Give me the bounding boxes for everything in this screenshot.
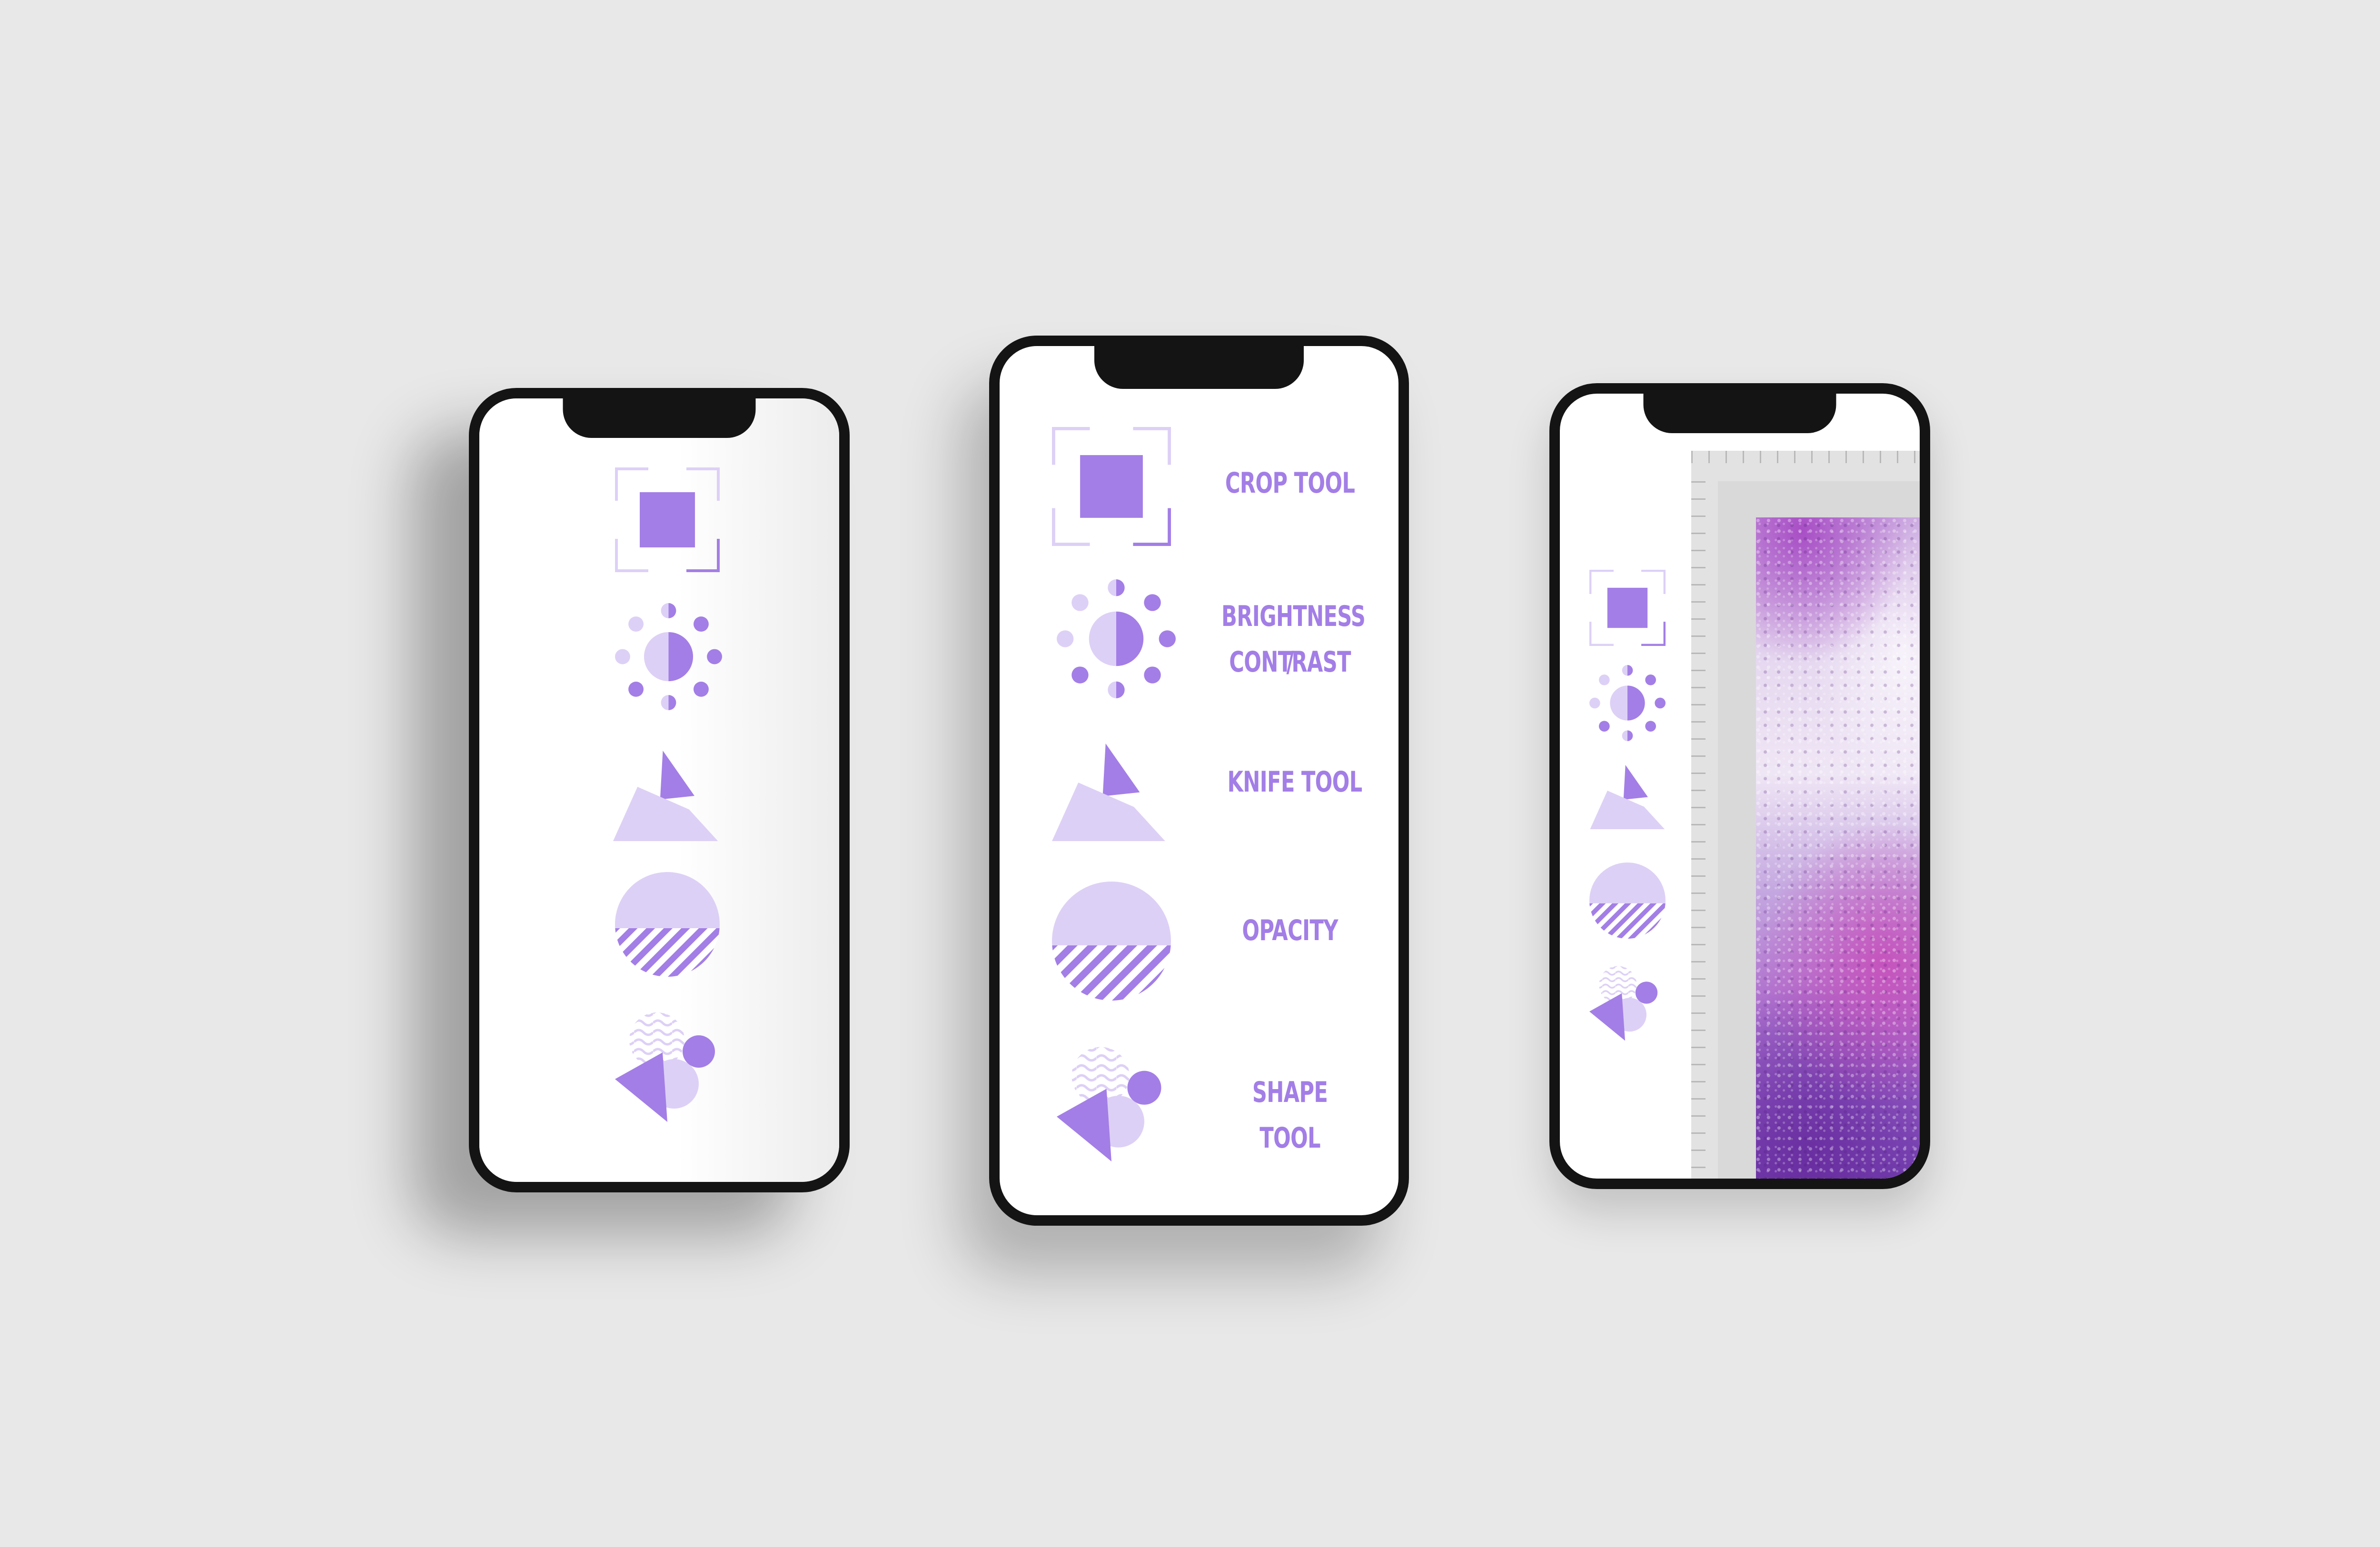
crop-tool-label: CROP TOOL: [1225, 466, 1355, 500]
knife-icon[interactable]: [610, 751, 724, 841]
opacity-icon[interactable]: [1589, 863, 1666, 939]
opacity-icon[interactable]: [615, 872, 720, 977]
horizontal-ruler: [1691, 451, 1920, 481]
mockup-scene: { "colors": { "background": "#e8e8e8", "…: [0, 0, 2380, 1547]
phone-right: [1549, 383, 1930, 1189]
phone-notch: [563, 398, 756, 438]
crop-icon[interactable]: [1052, 427, 1171, 546]
phone-notch: [1643, 394, 1836, 433]
contrast-label-line2: CONTRAST: [1229, 645, 1351, 679]
phone-left: [469, 388, 850, 1192]
opacity-label: OPACITY: [1242, 914, 1338, 947]
shape-icon[interactable]: [1057, 1041, 1166, 1162]
crop-icon[interactable]: [615, 467, 720, 572]
phone-notch: [1094, 346, 1304, 389]
purple-crystal-texture-image[interactable]: [1756, 517, 1920, 1179]
shape-icon[interactable]: [615, 1008, 720, 1122]
vertical-ruler: [1691, 481, 1718, 1179]
brightness-contrast-icon[interactable]: [1057, 579, 1176, 698]
brightness-contrast-icon[interactable]: [615, 603, 722, 710]
shape-icon[interactable]: [1589, 962, 1661, 1041]
editor-canvas-area[interactable]: [1691, 451, 1920, 1179]
knife-tool-label: KNIFE TOOL: [1227, 765, 1362, 799]
knife-icon[interactable]: [1051, 744, 1170, 841]
crop-icon[interactable]: [1589, 570, 1666, 646]
phone-middle: CROP TOOL BRIGHTNESS / CONTRAST KNIFE TO…: [989, 336, 1409, 1226]
brightness-contrast-icon[interactable]: [1589, 665, 1666, 741]
knife-icon[interactable]: [1589, 765, 1668, 829]
shape-tool-label: SHAPE TOOL: [1252, 1076, 1328, 1155]
opacity-icon[interactable]: [1052, 882, 1171, 1001]
